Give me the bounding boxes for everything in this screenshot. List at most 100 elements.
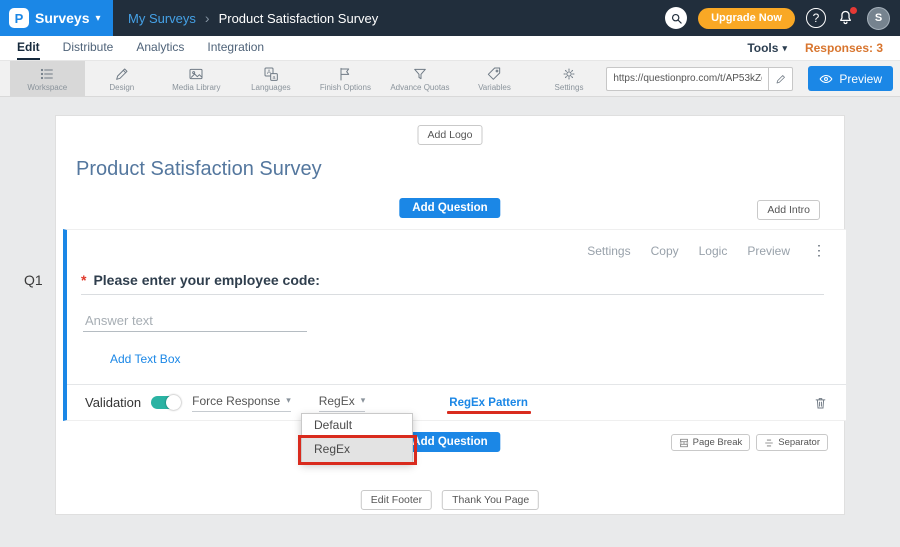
delete-question-trash-icon[interactable] [813, 395, 828, 411]
toolbar-item-label: Media Library [172, 83, 220, 92]
eye-icon [819, 72, 833, 86]
page-break-button[interactable]: Page Break [671, 434, 751, 451]
topbar: P Surveys ▾ My Surveys › Product Satisfa… [0, 0, 900, 36]
tools-menu[interactable]: Tools ▾ [747, 41, 787, 55]
settings-gear-icon [561, 65, 577, 82]
separator-icon [764, 438, 774, 448]
search-icon[interactable] [665, 7, 687, 29]
regex-pattern-label: RegEx Pattern [449, 397, 528, 409]
chevron-down-icon: ▾ [286, 395, 291, 406]
toolbar-item-workspace[interactable]: Workspace [10, 61, 85, 96]
validation-label: Validation [85, 395, 141, 410]
question-preview-link[interactable]: Preview [747, 244, 790, 258]
tab-distribute[interactable]: Distribute [63, 36, 114, 60]
toolbar-item-media-library[interactable]: Media Library [159, 61, 234, 96]
breadcrumb-my-surveys[interactable]: My Surveys [128, 11, 196, 26]
validation-toggle[interactable] [151, 396, 180, 409]
survey-card: Add Logo Product Satisfaction Survey Add… [55, 115, 845, 515]
force-response-value: Force Response [192, 394, 280, 408]
toolbar-item-advance-quotas[interactable]: Advance Quotas [383, 61, 458, 96]
question-logic-link[interactable]: Logic [699, 244, 728, 258]
notifications-bell-icon[interactable] [837, 8, 856, 29]
break-buttons: Page Break Separator [671, 434, 828, 451]
breadcrumb: My Surveys › Product Satisfaction Survey [128, 10, 378, 26]
toolbar-item-variables[interactable]: Variables [457, 61, 532, 96]
question-text-row: * Please enter your employee code: [81, 272, 320, 288]
tab-integration[interactable]: Integration [207, 36, 264, 60]
page-break-icon [679, 438, 689, 448]
question-settings-link[interactable]: Settings [587, 244, 630, 258]
annotation-underline [447, 411, 531, 414]
preview-button[interactable]: Preview [808, 66, 893, 91]
svg-text:a: a [272, 75, 275, 81]
add-question-button-top[interactable]: Add Question [399, 198, 500, 218]
dropdown-option-default[interactable]: Default [302, 414, 412, 436]
regex-pattern-link[interactable]: RegEx Pattern [449, 397, 528, 409]
media-library-icon [188, 65, 204, 82]
toolbar-item-label: Workspace [27, 83, 67, 92]
main-nav: Edit Distribute Analytics Integration To… [0, 36, 900, 61]
add-intro-button[interactable]: Add Intro [757, 200, 820, 220]
surveys-product-menu[interactable]: P Surveys ▾ [0, 0, 113, 36]
questionpro-logo-icon: P [9, 8, 29, 28]
design-icon [114, 65, 130, 82]
question-text[interactable]: Please enter your employee code: [93, 272, 319, 288]
question-block: Settings Copy Logic Preview ⋮ * Please e… [63, 229, 846, 421]
validation-dropdown-menu: Default RegEx [301, 413, 413, 463]
add-question-button-bottom[interactable]: Add Question [399, 432, 500, 452]
add-logo-button[interactable]: Add Logo [418, 125, 483, 145]
survey-canvas: Q1 Add Logo Product Satisfaction Survey … [0, 97, 900, 547]
question-underline [81, 294, 824, 295]
chevron-down-icon: ▾ [361, 395, 366, 406]
page-break-label: Page Break [693, 437, 743, 448]
help-icon[interactable]: ? [806, 8, 826, 28]
toolbar-item-finish-options[interactable]: Finish Options [308, 61, 383, 96]
upgrade-now-button[interactable]: Upgrade Now [698, 8, 795, 29]
required-asterisk: * [81, 272, 86, 288]
breadcrumb-separator-icon: › [205, 10, 210, 26]
force-response-select[interactable]: Force Response ▾ [192, 394, 291, 412]
chevron-down-icon: ▾ [95, 13, 100, 24]
thank-you-page-button[interactable]: Thank You Page [442, 490, 539, 510]
toggle-knob [166, 395, 181, 410]
toolbar-item-label: Design [109, 83, 134, 92]
survey-url-input[interactable] [606, 67, 769, 91]
workspace-icon [39, 65, 55, 82]
toolbar-item-design[interactable]: Design [85, 61, 160, 96]
nav-right: Tools ▾ Responses: 3 [747, 36, 883, 60]
more-options-icon[interactable]: ⋮ [812, 242, 826, 259]
tab-edit[interactable]: Edit [17, 36, 40, 60]
toolbar-item-languages[interactable]: Aa Languages [234, 61, 309, 96]
toolbar-item-label: Advance Quotas [390, 83, 449, 92]
screen: P Surveys ▾ My Surveys › Product Satisfa… [0, 0, 900, 547]
question-actions: Settings Copy Logic Preview ⋮ [587, 242, 826, 259]
validation-type-select[interactable]: RegEx ▾ [319, 394, 366, 412]
toolbar-item-label: Settings [555, 83, 584, 92]
languages-icon: Aa [263, 65, 279, 82]
add-text-box-link[interactable]: Add Text Box [110, 352, 181, 366]
toolbar-right: Preview [606, 61, 900, 96]
dropdown-option-regex[interactable]: RegEx [302, 436, 412, 462]
question-number: Q1 [24, 272, 43, 288]
preview-label: Preview [839, 72, 882, 86]
separator-button[interactable]: Separator [756, 434, 828, 451]
tab-analytics[interactable]: Analytics [136, 36, 184, 60]
toolbar-item-label: Finish Options [320, 83, 371, 92]
toolbar-item-label: Languages [251, 83, 291, 92]
notification-badge [850, 7, 857, 14]
responses-count[interactable]: Responses: 3 [805, 41, 883, 55]
toolbar-item-settings[interactable]: Settings [532, 61, 607, 96]
footer-buttons: Edit Footer Thank You Page [361, 490, 539, 510]
toolbar-item-label: Variables [478, 83, 511, 92]
tools-label: Tools [747, 41, 778, 55]
question-copy-link[interactable]: Copy [651, 244, 679, 258]
breadcrumb-current-survey: Product Satisfaction Survey [219, 11, 379, 26]
edit-footer-button[interactable]: Edit Footer [361, 490, 432, 510]
edit-url-pencil-icon[interactable] [769, 67, 793, 91]
answer-text-input[interactable] [83, 310, 307, 332]
builder-toolbar: Workspace Design Media Library Aa Langua… [0, 61, 900, 97]
finish-options-icon [337, 65, 353, 82]
user-avatar[interactable]: S [867, 7, 890, 30]
validation-type-value: RegEx [319, 394, 355, 408]
variables-icon [486, 65, 502, 82]
